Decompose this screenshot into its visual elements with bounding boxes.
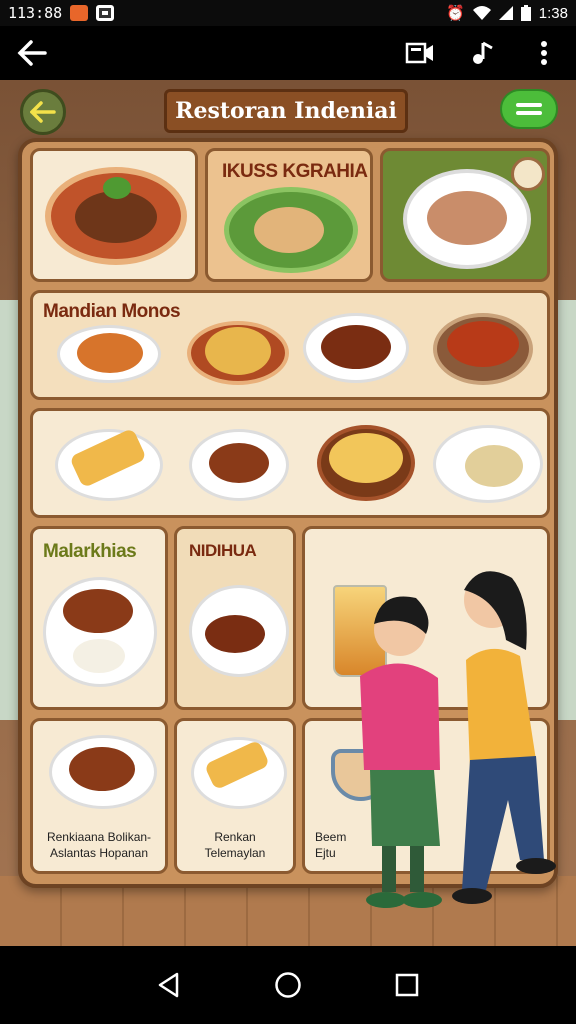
dish-food (321, 325, 391, 369)
navigation-bar (0, 946, 576, 1024)
dish-row-3 (30, 408, 550, 518)
dish-food (205, 327, 271, 375)
people-illustration (360, 571, 556, 908)
music-note-icon (473, 41, 493, 64)
dish-food (447, 321, 519, 367)
dish-food (69, 747, 135, 791)
battery-icon (520, 5, 531, 21)
herb-garnish (103, 177, 131, 199)
signal-icon (498, 6, 513, 20)
dish-card-renkiaana[interactable]: Renkiaana Bolikan- Aslantas Hopanan (30, 718, 168, 874)
menu-button[interactable] (500, 89, 558, 129)
nav-back-button[interactable] (149, 965, 189, 1005)
more-vert-icon (541, 41, 547, 65)
alarm-icon: ⏰ (446, 5, 465, 22)
row-title: Mandian Monos (43, 301, 181, 322)
board-title: Restoran Indeniai (164, 89, 408, 133)
dish-food (254, 207, 324, 253)
app-bar (0, 26, 576, 80)
dish-card-3[interactable] (380, 148, 550, 282)
nav-home-button[interactable] (268, 965, 308, 1005)
hamburger-icon (516, 103, 542, 115)
nav-home-icon (275, 972, 301, 998)
screen-share-icon (405, 42, 433, 64)
status-bar: 113:88 ⏰ 1:38 (0, 0, 576, 26)
dish-card-malarkhias[interactable]: Malarkhias (30, 526, 168, 710)
dish-food (205, 615, 265, 653)
back-arrow-icon (17, 40, 47, 66)
emblem-icon (511, 157, 545, 191)
dish-card-nidihua[interactable]: NIDIHUA (174, 526, 296, 710)
more-options-button[interactable] (524, 33, 564, 73)
wifi-icon (472, 6, 491, 20)
screen-share-button[interactable] (400, 33, 440, 73)
dish-card-renkan[interactable]: Renkan Telemaylan (174, 718, 296, 874)
card-caption: Renkiaana Bolikan- Aslantas Hopanan (46, 830, 152, 860)
dish-card-2[interactable]: IKUSS KGRAHIA (205, 148, 373, 282)
back-button[interactable] (12, 33, 52, 73)
nav-recents-button[interactable] (387, 965, 427, 1005)
dish-food (209, 443, 269, 483)
card-title: NIDIHUA (189, 541, 257, 560)
board-back-button[interactable] (20, 89, 66, 135)
noodles-food (329, 433, 403, 483)
card-title: IKUSS KGRAHIA (222, 161, 368, 182)
card-title: Malarkhias (43, 541, 137, 562)
app-badge-orange-icon (70, 5, 89, 21)
nav-recents-icon (395, 973, 418, 997)
dish-food (63, 589, 133, 633)
dish-row-2: Mandian Monos (30, 290, 550, 400)
rice-food (73, 639, 125, 673)
back-arrow-icon (30, 101, 56, 123)
music-button[interactable] (462, 33, 502, 73)
dish-food (427, 191, 507, 245)
status-time-right: 1:38 (538, 4, 568, 22)
dish-card-1[interactable] (30, 148, 198, 282)
dish-food (77, 333, 143, 373)
dumplings-food (465, 445, 523, 487)
card-caption: Renkan Telemaylan (204, 830, 266, 860)
app-badge-white-icon (96, 5, 115, 21)
restaurant-scene: Restoran Indeniai IKUSS KGRAHIA Mandian … (0, 80, 576, 946)
nav-back-icon (159, 972, 179, 998)
status-time: 113:88 (8, 4, 63, 22)
